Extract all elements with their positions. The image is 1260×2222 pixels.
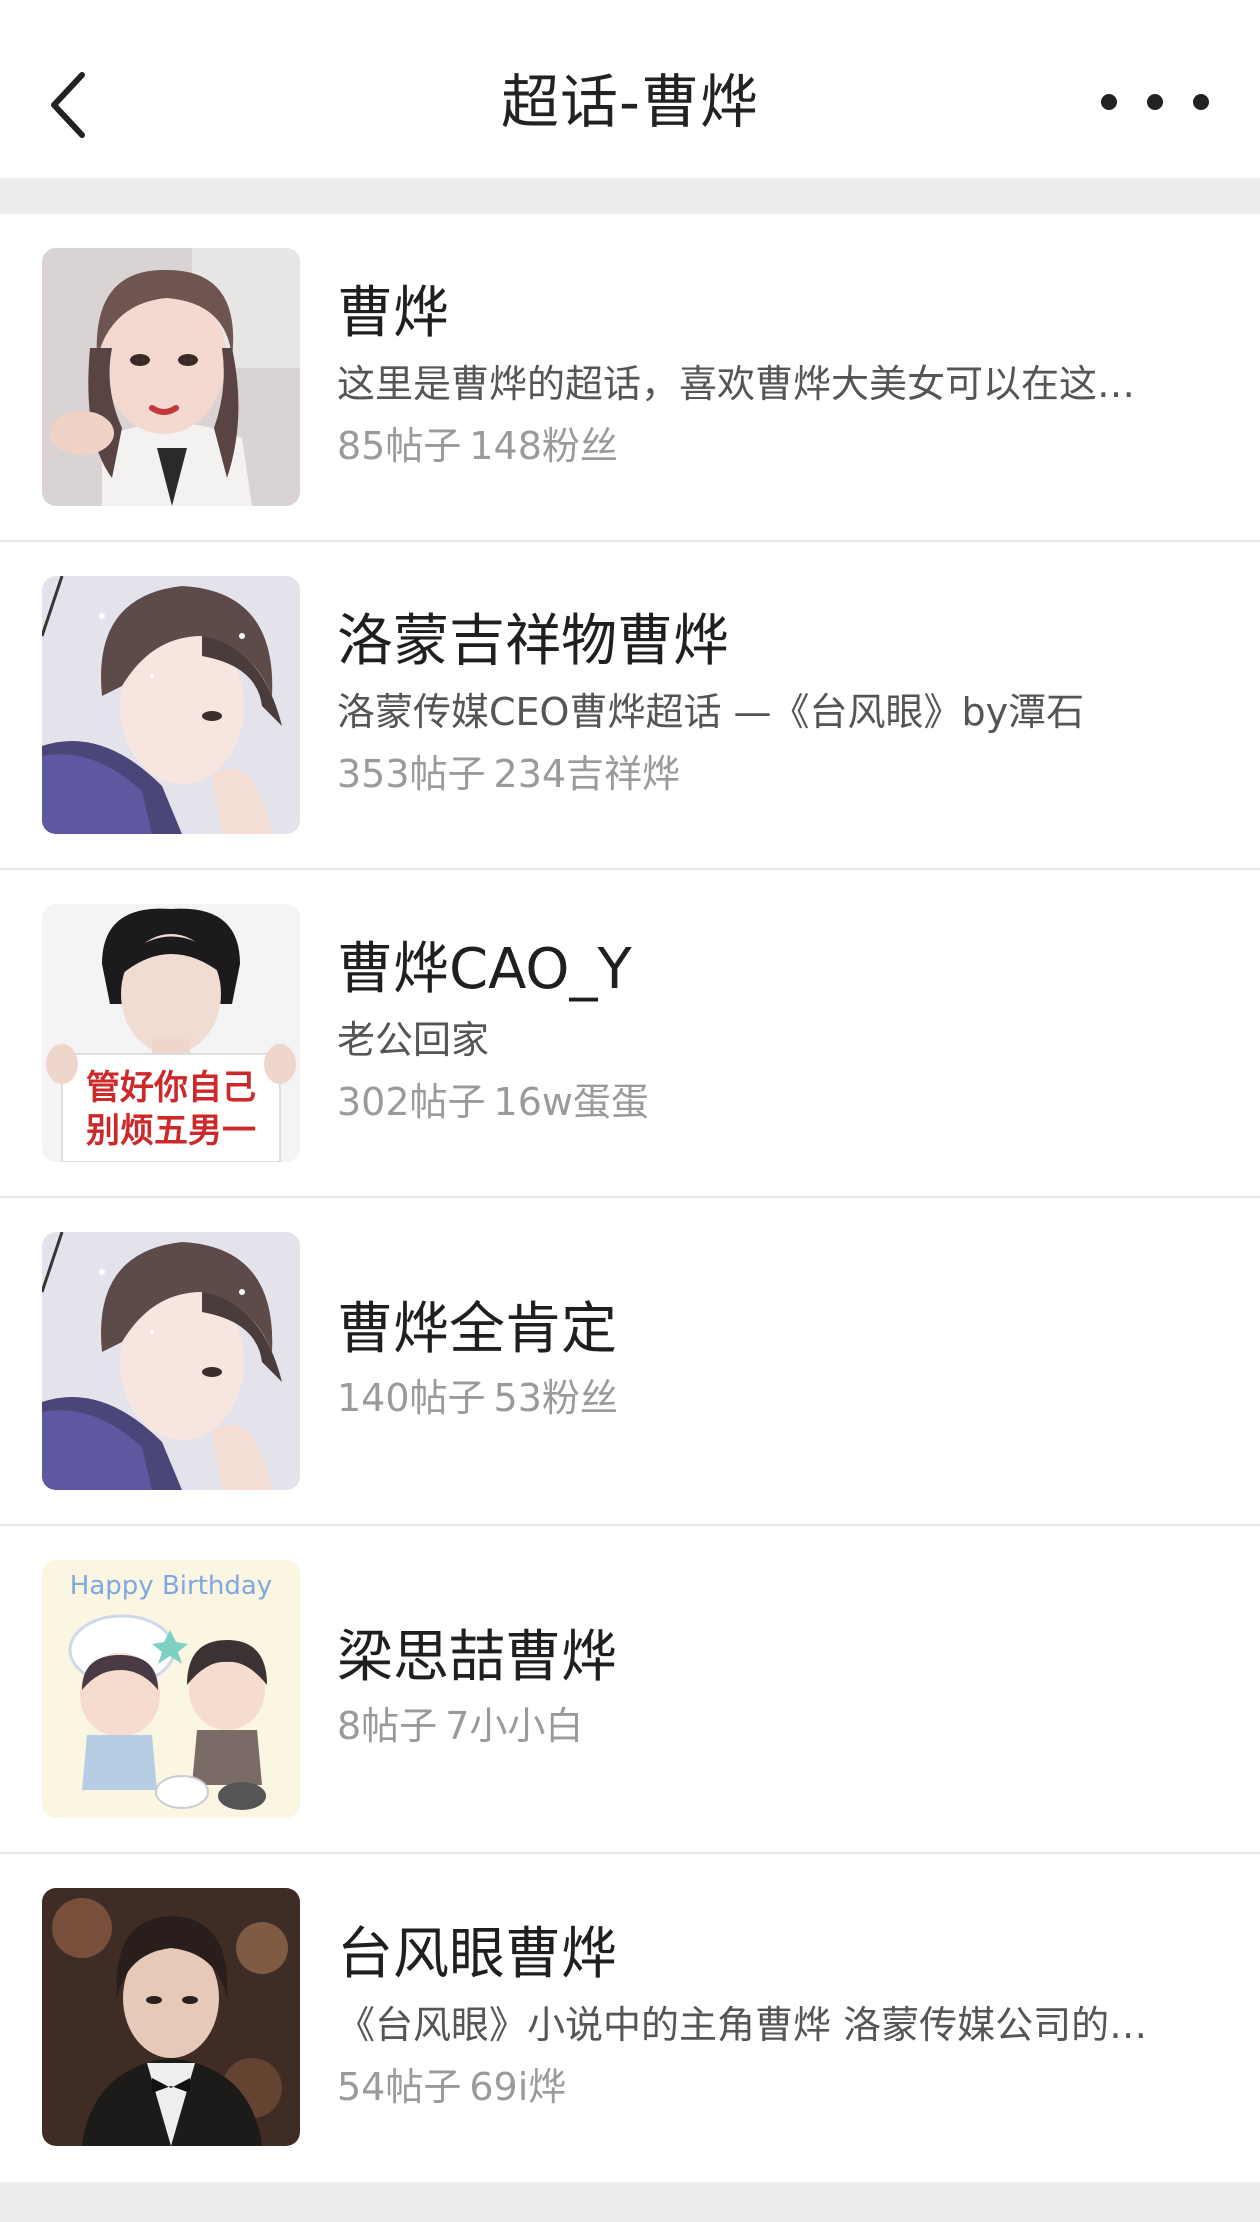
topic-stats: 8帖子 7小小白 [337, 1696, 1220, 1756]
follower-count: 69i烨 [469, 2065, 567, 2109]
topic-item[interactable]: 曹烨全肯定 140帖子 53粉丝 [0, 1198, 1260, 1526]
follower-count: 7小小白 [445, 1704, 584, 1748]
topic-avatar [42, 576, 300, 834]
topic-description: 《台风眼》小说中的主角曹烨 洛蒙传媒公司的… [337, 2003, 1148, 2047]
topic-description: 这里是曹烨的超话，喜欢曹烨大美女可以在这… [337, 362, 1136, 406]
follower-count: 16w蛋蛋 [493, 1080, 649, 1124]
post-count: 8帖子 [337, 1704, 438, 1748]
topic-title: 曹烨全肯定 [337, 1297, 617, 1362]
topic-stats: 140帖子 53粉丝 [337, 1368, 1220, 1428]
topic-title: 曹烨 [337, 281, 449, 346]
topic-title: 台风眼曹烨 [337, 1922, 617, 1987]
topic-item[interactable]: 管好你自己 别烦五男一 曹烨CAO_Y 老公回家 302帖子 16w蛋蛋 [0, 870, 1260, 1198]
ellipsis-icon [1101, 94, 1209, 110]
post-count: 353帖子 [337, 752, 486, 796]
topic-item[interactable]: 曹烨 这里是曹烨的超话，喜欢曹烨大美女可以在这… 85帖子 148粉丝 [0, 214, 1260, 542]
topic-stats: 54帖子 69i烨 [337, 2057, 1220, 2117]
birthday-text: Happy Birthday [70, 1571, 272, 1601]
topic-stats: 85帖子 148粉丝 [337, 416, 1220, 476]
topic-stats: 353帖子 234吉祥烨 [337, 744, 1220, 804]
topic-title: 曹烨CAO_Y [337, 937, 632, 1002]
topic-list: 曹烨 这里是曹烨的超话，喜欢曹烨大美女可以在这… 85帖子 148粉丝 洛蒙吉祥… [0, 214, 1260, 2182]
post-count: 54帖子 [337, 2065, 462, 2109]
topic-avatar [42, 1888, 300, 2146]
post-count: 302帖子 [337, 1080, 486, 1124]
follower-count: 53粉丝 [493, 1376, 618, 1420]
sign-text: 管好你自己 [86, 1068, 256, 1108]
topic-item[interactable]: 洛蒙吉祥物曹烨 洛蒙传媒CEO曹烨超话 —《台风眼》by潭石 353帖子 234吉… [0, 542, 1260, 870]
sign-text: 别烦五男一 [86, 1111, 256, 1151]
post-count: 140帖子 [337, 1376, 486, 1420]
topic-stats: 302帖子 16w蛋蛋 [337, 1072, 1220, 1132]
more-button[interactable] [1090, 70, 1220, 134]
post-count: 85帖子 [337, 424, 462, 468]
topic-description: 老公回家 [337, 1018, 490, 1062]
topic-avatar [42, 1232, 300, 1490]
topic-description: 洛蒙传媒CEO曹烨超话 —《台风眼》by潭石 [337, 690, 1085, 734]
topic-item[interactable]: Happy Birthday 梁思喆曹烨 8帖子 7小小白 [0, 1526, 1260, 1854]
nav-bar: 超话-曹烨 [0, 0, 1260, 178]
topic-item[interactable]: 台风眼曹烨 《台风眼》小说中的主角曹烨 洛蒙传媒公司的… 54帖子 69i烨 [0, 1854, 1260, 2182]
follower-count: 234吉祥烨 [493, 752, 681, 796]
follower-count: 148粉丝 [469, 424, 618, 468]
topic-title: 洛蒙吉祥物曹烨 [337, 609, 729, 674]
super-topic-page: 超话-曹烨 曹烨 这里是曹烨的超话，喜欢曹烨大美女可以在这… 85帖子 148粉… [0, 0, 1260, 2222]
topic-avatar: Happy Birthday [42, 1560, 300, 1818]
topic-title: 梁思喆曹烨 [337, 1625, 617, 1690]
topic-avatar: 管好你自己 别烦五男一 [42, 904, 300, 1162]
page-title: 超话-曹烨 [501, 68, 759, 136]
topic-avatar [42, 248, 300, 506]
